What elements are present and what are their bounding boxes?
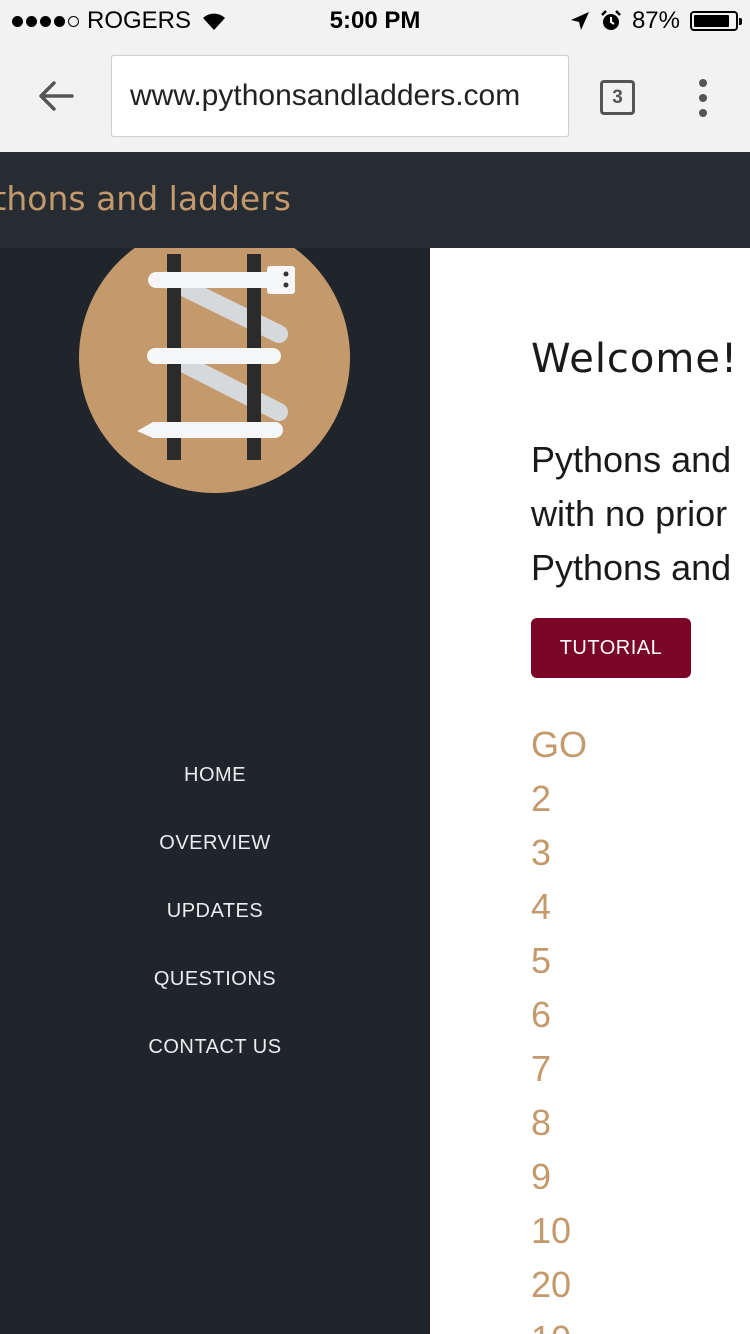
sidebar-nav: HOME OVERVIEW UPDATES QUESTIONS CONTACT … xyxy=(0,753,430,1093)
level-list: GO 2 3 4 5 6 7 8 9 10 20 10 xyxy=(531,718,587,1334)
site-header: Pythons and ladders xyxy=(0,152,750,248)
level-link[interactable]: 9 xyxy=(531,1150,587,1204)
nav-item-overview[interactable]: OVERVIEW xyxy=(0,821,430,889)
nav-item-questions[interactable]: QUESTIONS xyxy=(0,957,430,1025)
back-button[interactable] xyxy=(30,74,82,118)
location-arrow-icon xyxy=(570,12,589,30)
level-link[interactable]: 20 xyxy=(531,1258,587,1312)
overflow-menu-icon[interactable] xyxy=(690,76,716,120)
level-link[interactable]: 5 xyxy=(531,934,587,988)
level-link[interactable]: 10 xyxy=(531,1204,587,1258)
nav-item-home[interactable]: HOME xyxy=(0,753,430,821)
level-link[interactable]: 3 xyxy=(531,826,587,880)
alarm-icon xyxy=(601,10,621,30)
intro-line: with no prior xyxy=(531,493,728,534)
site-title[interactable]: Pythons and ladders xyxy=(0,179,291,218)
battery-fill xyxy=(694,15,729,27)
intro-line: Pythons and xyxy=(531,547,732,588)
tab-switcher-icon[interactable]: 3 xyxy=(600,80,635,115)
level-link[interactable]: 7 xyxy=(531,1042,587,1096)
level-link[interactable]: 8 xyxy=(531,1096,587,1150)
back-arrow-icon xyxy=(39,81,74,111)
intro-line: Pythons and xyxy=(531,439,732,480)
battery-percent: 87% xyxy=(631,7,680,34)
level-link[interactable]: 4 xyxy=(531,880,587,934)
status-bar: ROGERS 5:00 PM 87% xyxy=(0,0,750,40)
nav-item-updates[interactable]: UPDATES xyxy=(0,889,430,957)
tutorial-button[interactable]: TUTORIAL xyxy=(531,618,691,678)
snake-ladder-logo xyxy=(79,248,350,493)
level-link[interactable]: 10 xyxy=(531,1312,587,1334)
main-content: Welcome! Pythons and with no prior Pytho… xyxy=(430,248,750,1334)
url-field[interactable]: www.pythonsandladders.com xyxy=(111,55,569,137)
level-link[interactable]: 2 xyxy=(531,772,587,826)
intro-text: Pythons and with no prior Pythons and xyxy=(531,433,731,595)
page-title: Welcome! xyxy=(531,336,739,382)
nav-item-contact-us[interactable]: CONTACT US xyxy=(0,1025,430,1093)
battery-icon xyxy=(690,11,742,31)
sidebar: HOME OVERVIEW UPDATES QUESTIONS CONTACT … xyxy=(0,248,430,1334)
level-link[interactable]: GO xyxy=(531,718,587,772)
level-link[interactable]: 6 xyxy=(531,988,587,1042)
browser-toolbar: www.pythonsandladders.com 3 xyxy=(0,40,750,152)
status-right: 87% xyxy=(570,7,742,35)
